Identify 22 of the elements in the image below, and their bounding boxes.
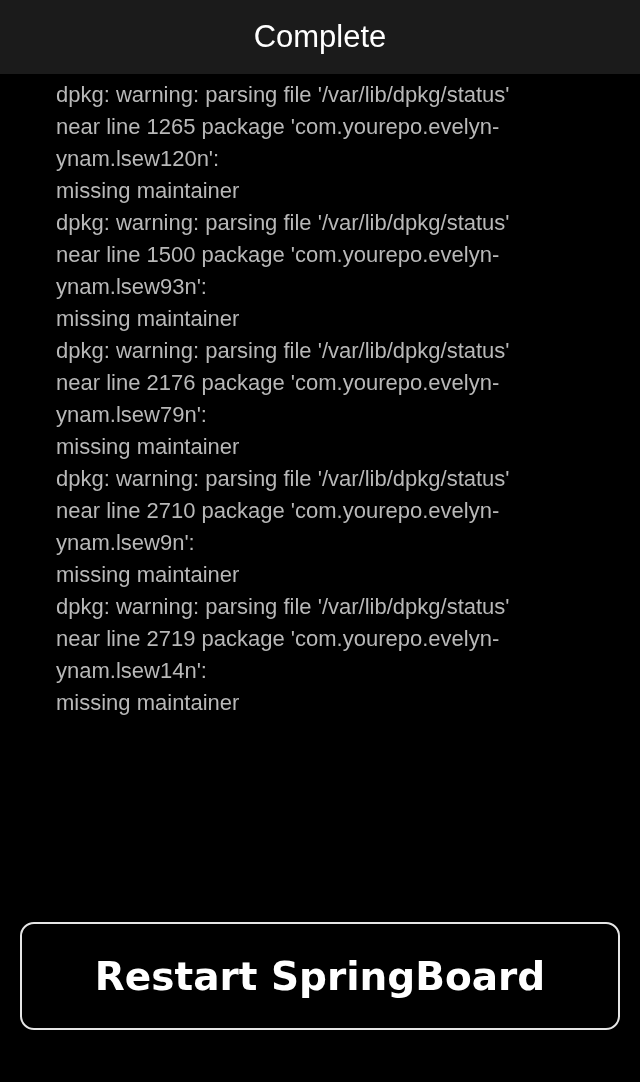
- log-line: dpkg: warning: parsing file '/var/lib/dpkg/status': [56, 337, 510, 365]
- log-line: ynam.lsew9n':: [56, 529, 195, 557]
- restart-springboard-button[interactable]: Restart SpringBoard: [20, 922, 620, 1030]
- log-line: dpkg: warning: parsing file '/var/lib/dpkg/status': [56, 465, 510, 493]
- log-line: ynam.lsew120n':: [56, 145, 220, 173]
- log-line: near line 2710 package 'com.yourepo.evelyn-: [56, 497, 500, 525]
- log-line: missing maintainer: [56, 689, 240, 717]
- log-line: dpkg: warning: parsing file '/var/lib/dpkg/status': [56, 209, 510, 237]
- log-line: near line 2176 package 'com.yourepo.evelyn-: [56, 369, 500, 397]
- log-line: near line 1500 package 'com.yourepo.evelyn-: [56, 241, 500, 269]
- window-title: Complete: [253, 19, 387, 55]
- log-line: ynam.lsew79n':: [56, 401, 207, 429]
- log-line: dpkg: warning: parsing file '/var/lib/dpkg/status': [56, 593, 510, 621]
- log-line: dpkg: warning: parsing file '/var/lib/dpkg/status': [56, 81, 510, 109]
- log-line: near line 1265 package 'com.yourepo.evelyn-: [56, 113, 500, 141]
- log-line: near line 2719 package 'com.yourepo.evelyn-: [56, 625, 500, 653]
- log-line: ynam.lsew14n':: [56, 657, 207, 685]
- log-line: missing maintainer: [56, 177, 240, 205]
- log-line: missing maintainer: [56, 305, 240, 333]
- log-line: missing maintainer: [56, 561, 240, 589]
- log-line: missing maintainer: [56, 433, 240, 461]
- log-line: ynam.lsew93n':: [56, 273, 207, 301]
